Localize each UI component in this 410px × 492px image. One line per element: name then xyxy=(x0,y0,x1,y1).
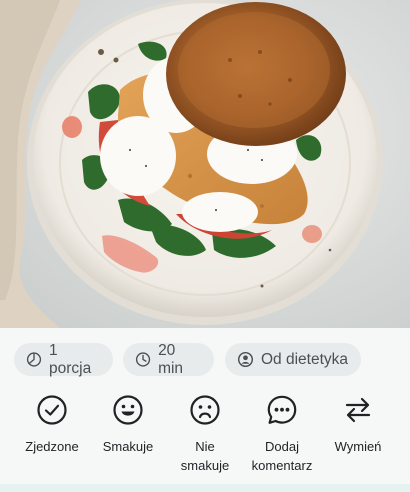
like-button[interactable]: Smakuje xyxy=(89,394,167,456)
meal-actions-bar: Zjedzone Smakuje Nie smakuje Dodaj komen… xyxy=(0,390,410,492)
dislike-label: Nie smakuje xyxy=(180,439,230,473)
clock-icon xyxy=(135,352,151,367)
replace-label: Wymień xyxy=(334,439,382,454)
swap-arrows-icon xyxy=(345,397,371,423)
eaten-button[interactable]: Zjedzone xyxy=(13,394,91,456)
portion-text: 1 porcja xyxy=(49,341,92,377)
bottom-strip xyxy=(0,484,410,492)
source-text: Od dietetyka xyxy=(261,350,349,368)
recipe-meta-row: 1 porcja 20 min Od dietetyka xyxy=(0,328,410,390)
add-comment-button[interactable]: Dodaj komentarz xyxy=(243,394,321,475)
time-text: 20 min xyxy=(158,341,184,377)
check-circle-icon xyxy=(37,395,67,425)
source-chip: Od dietetyka xyxy=(225,343,361,376)
smile-icon xyxy=(113,395,143,425)
like-label: Smakuje xyxy=(102,439,154,454)
user-circle-icon xyxy=(237,351,254,368)
sad-face-icon xyxy=(190,395,220,425)
time-chip: 20 min xyxy=(123,341,214,377)
add-comment-label: Dodaj komentarz xyxy=(251,439,313,473)
pie-chart-icon xyxy=(26,352,42,367)
dislike-button[interactable]: Nie smakuje xyxy=(166,394,244,475)
comment-icon xyxy=(267,395,297,424)
recipe-photo xyxy=(0,0,410,328)
replace-button[interactable]: Wymień xyxy=(319,394,397,456)
eaten-label: Zjedzone xyxy=(25,439,79,454)
portion-chip: 1 porcja xyxy=(14,341,113,377)
